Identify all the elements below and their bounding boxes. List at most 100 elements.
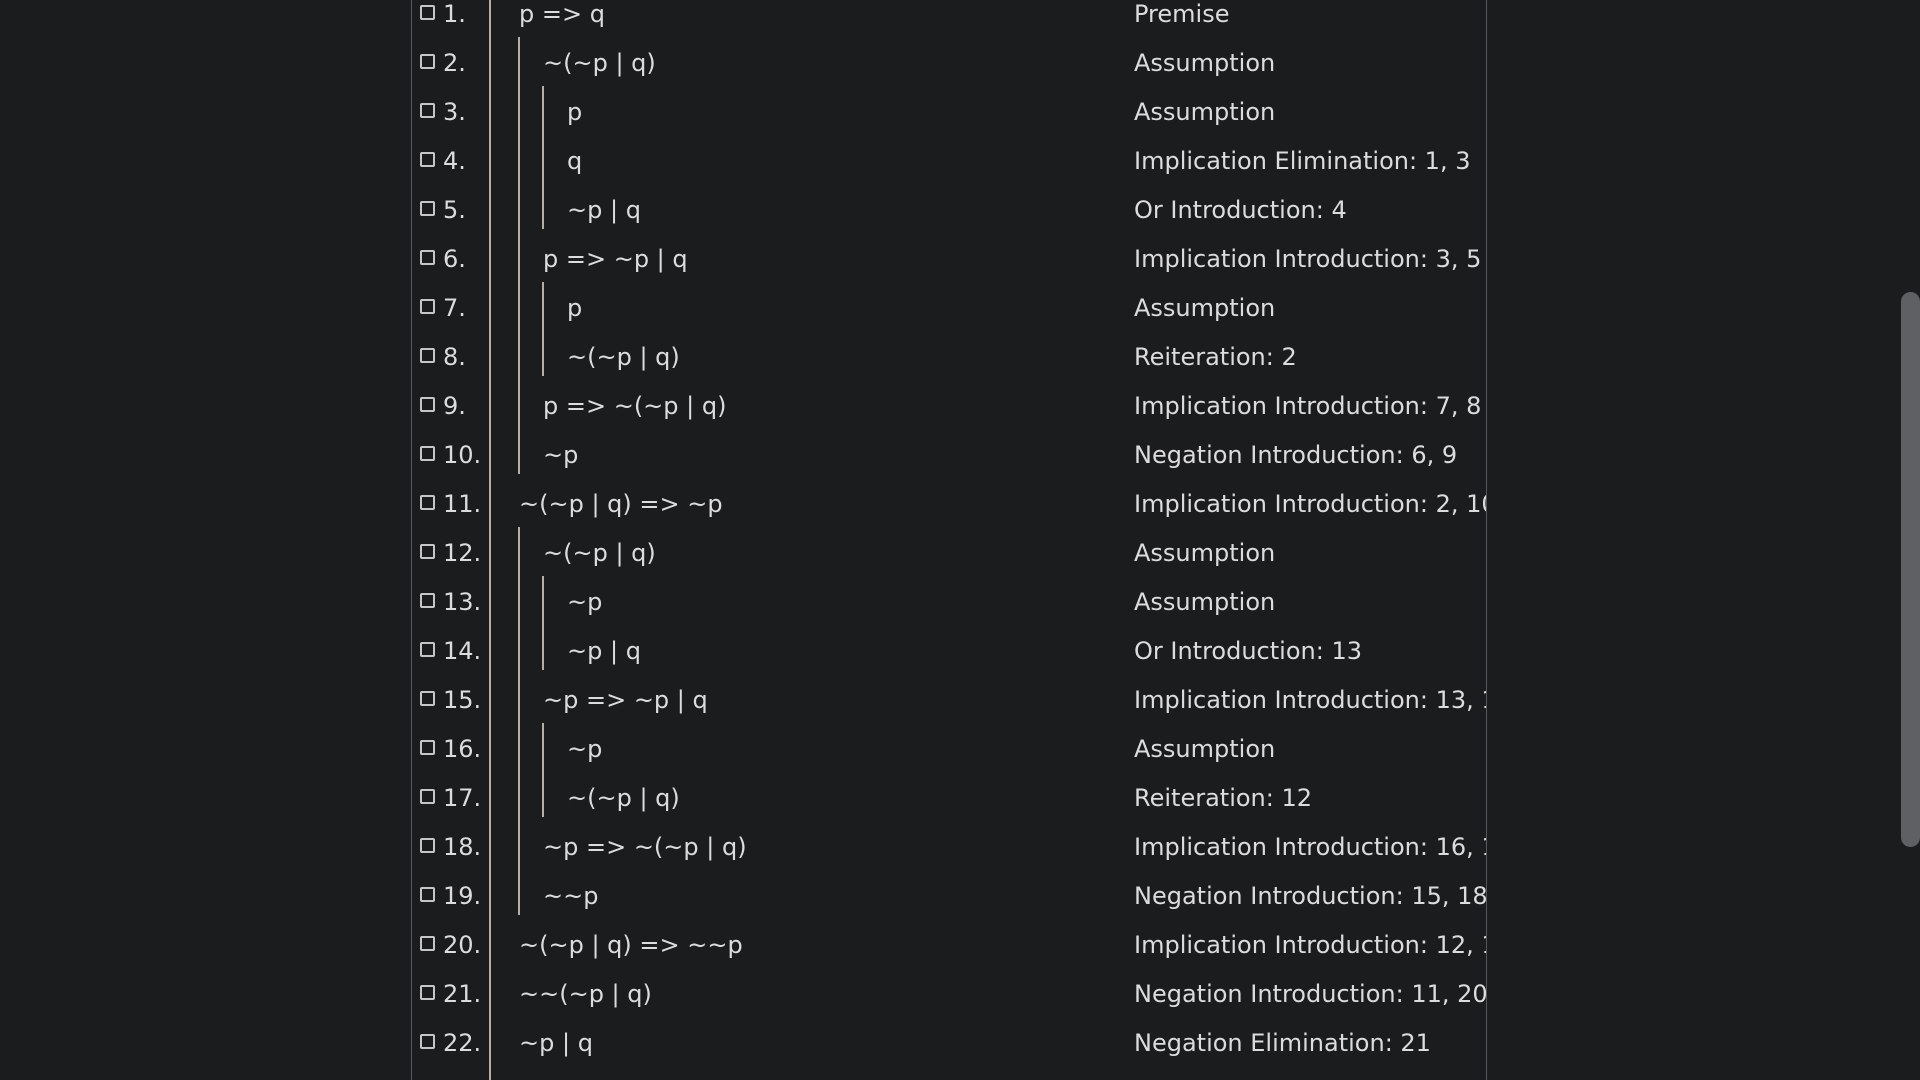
line-checkbox[interactable] <box>420 936 435 951</box>
subproof-scope-bar <box>518 37 520 474</box>
proof-line: 9. p => ~(~p | q) Implication Introduction… <box>412 392 1486 441</box>
line-justification: Premise <box>1134 0 1230 28</box>
line-formula: p <box>567 294 583 322</box>
line-checkbox[interactable] <box>420 544 435 559</box>
line-number: 8. <box>443 343 466 371</box>
line-justification: Assumption <box>1134 539 1276 567</box>
line-justification: Implication Introduction: 7, 8 <box>1134 392 1482 420</box>
proof-line: 12. ~(~p | q) Assumption <box>412 539 1486 588</box>
line-number: 18. <box>443 833 482 861</box>
line-formula: ~p <box>567 735 603 763</box>
line-checkbox[interactable] <box>420 985 435 1000</box>
line-checkbox[interactable] <box>420 446 435 461</box>
subproof-scope-bar <box>542 723 544 817</box>
line-number: 21. <box>443 980 482 1008</box>
proof-line: 17. ~(~p | q) Reiteration: 12 <box>412 784 1486 833</box>
proof-line: 5. ~p | q Or Introduction: 4 <box>412 196 1486 245</box>
proof-panel: 1. p => q Premise 2. ~(~p | q) Assumption 3. p A… <box>411 0 1487 1080</box>
line-number: 2. <box>443 49 466 77</box>
line-formula: ~p => ~(~p | q) <box>543 833 747 861</box>
line-checkbox[interactable] <box>420 495 435 510</box>
line-checkbox[interactable] <box>420 397 435 412</box>
line-checkbox[interactable] <box>420 887 435 902</box>
line-justification: Implication Introduction: 3, 5 <box>1134 245 1482 273</box>
line-formula: q <box>567 147 583 175</box>
line-justification: Negation Introduction: 11, 20 <box>1134 980 1487 1008</box>
proof-line: 16. ~p Assumption <box>412 735 1486 784</box>
line-formula: ~(~p | q) => ~~p <box>519 931 743 959</box>
proof-line: 21. ~~(~p | q) Negation Introduction: 11, … <box>412 980 1487 1029</box>
proof-line: 8. ~(~p | q) Reiteration: 2 <box>412 343 1486 392</box>
line-checkbox[interactable] <box>420 1034 435 1049</box>
line-number: 12. <box>443 539 482 567</box>
proof-line: 2. ~(~p | q) Assumption <box>412 49 1486 98</box>
proof-line: 22. ~p | q Negation Elimination: 21 <box>412 1029 1486 1078</box>
line-formula: ~p | q <box>567 196 641 224</box>
line-checkbox[interactable] <box>420 103 435 118</box>
line-formula: ~~(~p | q) <box>519 980 652 1008</box>
line-formula: p => ~(~p | q) <box>543 392 727 420</box>
proof-line: 14. ~p | q Or Introduction: 13 <box>412 637 1486 686</box>
proof-line: 18. ~p => ~(~p | q) Implication Introducti… <box>412 833 1486 882</box>
line-formula: ~p | q <box>567 637 641 665</box>
proof-line: 15. ~p => ~p | q Implication Introduction:… <box>412 686 1486 735</box>
line-number: 5. <box>443 196 466 224</box>
line-number: 13. <box>443 588 482 616</box>
line-checkbox[interactable] <box>420 691 435 706</box>
line-checkbox[interactable] <box>420 54 435 69</box>
line-checkbox[interactable] <box>420 642 435 657</box>
line-justification: Assumption <box>1134 294 1276 322</box>
line-checkbox[interactable] <box>420 740 435 755</box>
line-number: 20. <box>443 931 482 959</box>
line-checkbox[interactable] <box>420 348 435 363</box>
line-formula: ~(~p | q) <box>567 784 680 812</box>
line-formula: ~(~p | q) <box>543 49 656 77</box>
line-number: 7. <box>443 294 466 322</box>
line-number: 17. <box>443 784 482 812</box>
line-formula: ~p <box>543 441 579 469</box>
line-justification: Reiteration: 12 <box>1134 784 1313 812</box>
line-number: 6. <box>443 245 466 273</box>
line-justification: Implication Elimination: 1, 3 <box>1134 147 1471 175</box>
line-formula: p <box>567 98 583 126</box>
line-formula: p => ~p | q <box>543 245 688 273</box>
line-justification: Assumption <box>1134 98 1276 126</box>
line-number: 9. <box>443 392 466 420</box>
line-checkbox[interactable] <box>420 152 435 167</box>
line-formula: ~p | q <box>519 1029 593 1057</box>
proof-line: 4. q Implication Elimination: 1, 3 <box>412 147 1486 196</box>
proof-line: 19. ~~p Negation Introduction: 15, 18 <box>412 882 1486 931</box>
line-justification: Negation Introduction: 6, 9 <box>1134 441 1458 469</box>
subproof-scope-bar <box>518 527 520 915</box>
line-checkbox[interactable] <box>420 250 435 265</box>
proof-line: 13. ~p Assumption <box>412 588 1486 637</box>
proof-line: 1. p => q Premise <box>412 0 1486 49</box>
line-number: 3. <box>443 98 466 126</box>
subproof-scope-bar <box>542 282 544 376</box>
line-number: 16. <box>443 735 482 763</box>
proof-line: 6. p => ~p | q Implication Introduction: 3… <box>412 245 1486 294</box>
line-number: 15. <box>443 686 482 714</box>
line-justification: Or Introduction: 13 <box>1134 637 1362 665</box>
line-checkbox[interactable] <box>420 5 435 20</box>
line-formula: ~(~p | q) <box>543 539 656 567</box>
line-formula: ~p => ~p | q <box>543 686 708 714</box>
line-number: 14. <box>443 637 482 665</box>
line-checkbox[interactable] <box>420 593 435 608</box>
line-number: 19. <box>443 882 482 910</box>
line-checkbox[interactable] <box>420 789 435 804</box>
line-justification: Assumption <box>1134 588 1276 616</box>
scrollbar-thumb[interactable] <box>1901 292 1920 847</box>
line-number: 22. <box>443 1029 482 1057</box>
line-formula: ~(~p | q) <box>567 343 680 371</box>
line-formula: ~(~p | q) => ~p <box>519 490 723 518</box>
line-checkbox[interactable] <box>420 838 435 853</box>
line-justification: Reiteration: 2 <box>1134 343 1297 371</box>
line-justification: Implication Introduction: 2, 10 <box>1134 490 1487 518</box>
line-checkbox[interactable] <box>420 299 435 314</box>
line-number: 4. <box>443 147 466 175</box>
line-number: 11. <box>443 490 482 518</box>
line-number: 1. <box>443 0 466 28</box>
proof-line: 20. ~(~p | q) => ~~p Implication Introduct… <box>412 931 1486 980</box>
line-checkbox[interactable] <box>420 201 435 216</box>
